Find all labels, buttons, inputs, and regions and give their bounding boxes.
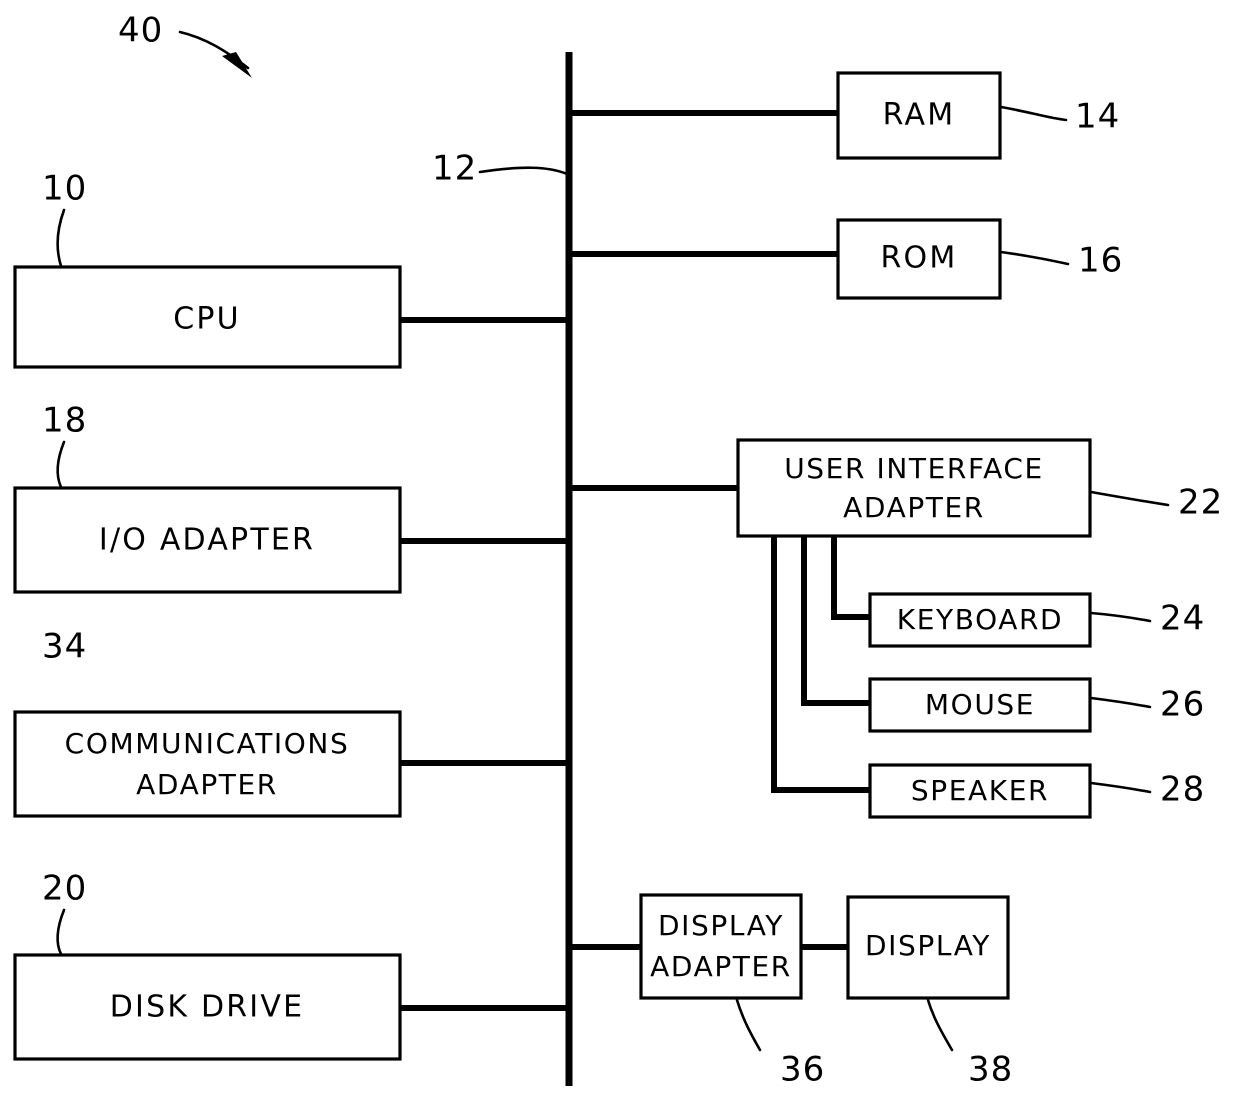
ref-number-18: 18 bbox=[42, 401, 87, 441]
leader-line-38 bbox=[926, 998, 954, 1052]
block-speaker-label: SPEAKER bbox=[911, 774, 1049, 807]
leader-line-14 bbox=[999, 105, 1068, 122]
block-ui-adapter-label-line1: USER INTERFACE bbox=[784, 452, 1044, 485]
leader-line-28 bbox=[1089, 781, 1152, 794]
block-comms-adapter: COMMUNICATIONS ADAPTER bbox=[13, 710, 402, 818]
leader-line-26 bbox=[1089, 696, 1152, 709]
block-display-label: DISPLAY bbox=[865, 929, 991, 962]
ref-number-34: 34 bbox=[42, 627, 87, 667]
block-keyboard: KEYBOARD bbox=[868, 592, 1092, 648]
diagram-canvas: CPU I/O ADAPTER COMMUNICATIONS ADAPTER D… bbox=[13, 11, 1223, 1090]
block-keyboard-label: KEYBOARD bbox=[897, 603, 1063, 636]
connector-ui-adapter-to-speaker bbox=[771, 534, 872, 793]
ref-number-16: 16 bbox=[1078, 241, 1123, 281]
ref-number-38: 38 bbox=[968, 1050, 1013, 1090]
ref-number-12: 12 bbox=[432, 149, 477, 189]
block-mouse: MOUSE bbox=[868, 677, 1092, 733]
ref-number-28: 28 bbox=[1160, 770, 1205, 810]
leader-line-16 bbox=[999, 250, 1070, 266]
leader-line-22 bbox=[1089, 490, 1170, 507]
block-speaker: SPEAKER bbox=[868, 763, 1092, 819]
leader-line-12 bbox=[478, 166, 569, 176]
block-io-adapter-label: I/O ADAPTER bbox=[99, 523, 315, 558]
ref-number-20: 20 bbox=[42, 869, 87, 909]
ref-number-22: 22 bbox=[1178, 483, 1223, 523]
leader-line-24 bbox=[1089, 611, 1152, 623]
block-rom-label: ROM bbox=[881, 241, 958, 276]
block-rom: ROM bbox=[836, 218, 1002, 300]
block-disk-drive: DISK DRIVE bbox=[13, 953, 402, 1061]
block-cpu-label: CPU bbox=[173, 302, 241, 337]
ref-number-36: 36 bbox=[780, 1050, 825, 1090]
ref-number-24: 24 bbox=[1160, 599, 1205, 639]
ref-number-10: 10 bbox=[42, 169, 87, 209]
block-display: DISPLAY bbox=[846, 895, 1010, 1000]
leader-line-20 bbox=[56, 908, 66, 956]
block-comms-adapter-label-line2: ADAPTER bbox=[136, 768, 278, 801]
ref-number-40: 40 bbox=[118, 11, 163, 51]
block-io-adapter: I/O ADAPTER bbox=[13, 486, 402, 594]
block-ui-adapter: USER INTERFACE ADAPTER bbox=[736, 438, 1092, 538]
leader-line-36 bbox=[735, 998, 762, 1052]
connector-ui-adapter-to-keyboard bbox=[831, 534, 872, 620]
block-comms-adapter-label-line1: COMMUNICATIONS bbox=[65, 727, 350, 760]
block-display-adapter-label-line1: DISPLAY bbox=[658, 909, 784, 942]
block-display-adapter: DISPLAY ADAPTER bbox=[639, 893, 803, 1000]
leader-line-10 bbox=[56, 208, 66, 268]
block-display-adapter-label-line2: ADAPTER bbox=[650, 950, 792, 983]
block-ram: RAM bbox=[836, 71, 1002, 160]
block-mouse-label: MOUSE bbox=[925, 688, 1035, 721]
block-disk-drive-label: DISK DRIVE bbox=[110, 990, 304, 1025]
leader-line-18 bbox=[56, 440, 66, 489]
block-ram-label: RAM bbox=[883, 98, 956, 133]
block-ui-adapter-label-line2: ADAPTER bbox=[843, 491, 985, 524]
block-cpu: CPU bbox=[13, 265, 402, 369]
ref-number-14: 14 bbox=[1075, 97, 1120, 137]
patent-figure-block-diagram: CPU I/O ADAPTER COMMUNICATIONS ADAPTER D… bbox=[0, 0, 1240, 1100]
ref-number-26: 26 bbox=[1160, 685, 1205, 725]
arrow-head-40 bbox=[222, 52, 252, 78]
